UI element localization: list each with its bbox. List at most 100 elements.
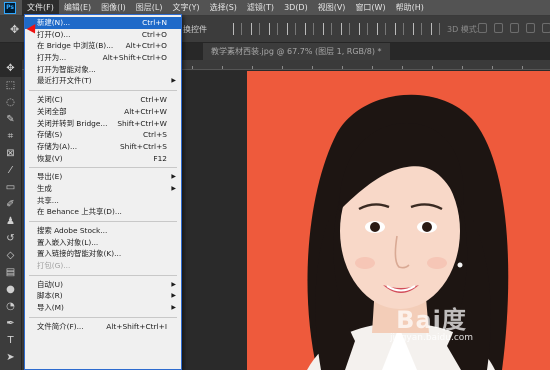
align-hcenter-icon[interactable] bbox=[305, 23, 314, 35]
history-brush-icon[interactable]: ↺ bbox=[0, 230, 21, 247]
distribute-hcenter-icon[interactable] bbox=[413, 23, 422, 35]
menu-package: 打包(G)... bbox=[25, 260, 181, 272]
healing-icon[interactable]: ▭ bbox=[0, 179, 21, 196]
align-top-icon[interactable] bbox=[233, 23, 242, 35]
3d-scale-icon[interactable] bbox=[542, 23, 550, 33]
menu-separator bbox=[25, 272, 181, 279]
align-left-icon[interactable] bbox=[287, 23, 296, 35]
3d-mode-label: 3D 模式: bbox=[447, 25, 480, 34]
type-icon[interactable]: T bbox=[0, 332, 21, 349]
pen-icon[interactable]: ✒ bbox=[0, 315, 21, 332]
3d-mode-buttons bbox=[478, 23, 550, 33]
baidu-watermark: Bai度 jingyan.baidu.com bbox=[390, 300, 473, 343]
photoshop-logo-icon: Ps bbox=[4, 1, 16, 14]
eyedropper-icon[interactable]: ⁄ bbox=[0, 162, 21, 179]
menu-filter[interactable]: 滤镜(T) bbox=[242, 0, 279, 16]
menu-file-info-shortcut: Alt+Shift+Ctrl+I bbox=[106, 321, 167, 331]
menu-new[interactable]: 新建(N)... Ctrl+N bbox=[25, 17, 181, 29]
frame-icon[interactable]: ⊠ bbox=[0, 145, 21, 162]
menu-browse-bridge-label: 在 Bridge 中浏览(B)... bbox=[37, 41, 114, 51]
menu-browse-bridge[interactable]: 在 Bridge 中浏览(B)... Alt+Ctrl+O bbox=[25, 40, 181, 52]
3d-roll-icon[interactable] bbox=[494, 23, 503, 33]
menu-recent-files[interactable]: 最近打开文件(T) ▶ bbox=[25, 75, 181, 87]
move-tool-icon[interactable]: ✥ bbox=[10, 23, 19, 36]
menu-import[interactable]: 导入(M) ▶ bbox=[25, 302, 181, 314]
menu-save-as[interactable]: 存储为(A)... Shift+Ctrl+S bbox=[25, 141, 181, 153]
menu-automate[interactable]: 自动(U) ▶ bbox=[25, 279, 181, 291]
menu-view[interactable]: 视图(V) bbox=[313, 0, 351, 16]
submenu-arrow-icon: ▶ bbox=[171, 292, 176, 300]
menu-close[interactable]: 关闭(C) Ctrl+W bbox=[25, 94, 181, 106]
menu-close-go-bridge[interactable]: 关闭并转到 Bridge... Shift+Ctrl+W bbox=[25, 118, 181, 130]
align-buttons bbox=[233, 23, 440, 35]
menu-browse-bridge-shortcut: Alt+Ctrl+O bbox=[125, 41, 167, 51]
3d-slide-icon[interactable] bbox=[526, 23, 535, 33]
menu-3d[interactable]: 3D(D) bbox=[279, 0, 313, 16]
menu-place-embedded-label: 置入嵌入对象(L)... bbox=[37, 237, 99, 247]
distribute-bottom-icon[interactable] bbox=[377, 23, 386, 35]
menu-export[interactable]: 导出(E) ▶ bbox=[25, 171, 181, 183]
menu-import-label: 导入(M) bbox=[37, 303, 64, 313]
menu-save[interactable]: 存储(S) Ctrl+S bbox=[25, 129, 181, 141]
menu-open[interactable]: 打开(O)... Ctrl+O bbox=[25, 29, 181, 41]
menu-export-label: 导出(E) bbox=[37, 172, 63, 182]
menu-save-label: 存储(S) bbox=[37, 130, 63, 140]
menu-window[interactable]: 窗口(W) bbox=[350, 0, 390, 16]
path-select-icon[interactable]: ➤ bbox=[0, 349, 21, 366]
eraser-icon[interactable]: ◇ bbox=[0, 247, 21, 264]
menu-open-label: 打开(O)... bbox=[37, 29, 71, 39]
menu-new-shortcut: Ctrl+N bbox=[142, 18, 167, 27]
menu-place-linked-label: 置入链接的智能对象(K)... bbox=[37, 249, 122, 259]
menu-share-label: 共享... bbox=[37, 195, 59, 205]
menu-package-label: 打包(G)... bbox=[37, 261, 71, 271]
menu-search-stock[interactable]: 搜索 Adobe Stock... bbox=[25, 225, 181, 237]
brush-icon[interactable]: ✐ bbox=[0, 196, 21, 213]
menu-place-embedded[interactable]: 置入嵌入对象(L)... bbox=[25, 237, 181, 249]
menu-share-behance[interactable]: 在 Behance 上共享(D)... bbox=[25, 206, 181, 218]
menu-open-smart-object-label: 打开为智能对象... bbox=[37, 64, 96, 74]
blur-icon[interactable]: ● bbox=[0, 281, 21, 298]
menu-select[interactable]: 选择(S) bbox=[205, 0, 242, 16]
crop-icon[interactable]: ⌗ bbox=[0, 128, 21, 145]
menu-revert[interactable]: 恢复(V) F12 bbox=[25, 153, 181, 165]
menu-scripts[interactable]: 脚本(R) ▶ bbox=[25, 290, 181, 302]
quick-select-icon[interactable]: ✎ bbox=[0, 111, 21, 128]
menu-place-linked[interactable]: 置入链接的智能对象(K)... bbox=[25, 248, 181, 260]
menu-scripts-label: 脚本(R) bbox=[37, 291, 63, 301]
distribute-vcenter-icon[interactable] bbox=[359, 23, 368, 35]
move-icon[interactable]: ✥ bbox=[0, 60, 21, 77]
lasso-icon[interactable]: ◌ bbox=[0, 94, 21, 111]
menu-save-as-label: 存储为(A)... bbox=[37, 141, 78, 151]
menu-separator bbox=[25, 164, 181, 171]
menu-file-info[interactable]: 文件简介(F)... Alt+Shift+Ctrl+I bbox=[25, 321, 181, 333]
menu-open-shortcut: Ctrl+O bbox=[141, 29, 167, 39]
menu-close-all-label: 关闭全部 bbox=[37, 106, 67, 116]
align-right-icon[interactable] bbox=[323, 23, 332, 35]
align-bottom-icon[interactable] bbox=[269, 23, 278, 35]
3d-drag-icon[interactable] bbox=[510, 23, 519, 33]
menu-generate[interactable]: 生成 ▶ bbox=[25, 183, 181, 195]
distribute-top-icon[interactable] bbox=[341, 23, 350, 35]
menu-share[interactable]: 共享... bbox=[25, 195, 181, 207]
menu-automate-label: 自动(U) bbox=[37, 279, 63, 289]
marquee-icon[interactable]: ⬚ bbox=[0, 77, 21, 94]
menu-help[interactable]: 帮助(H) bbox=[391, 0, 429, 16]
menu-close-all[interactable]: 关闭全部 Alt+Ctrl+W bbox=[25, 106, 181, 118]
menu-close-label: 关闭(C) bbox=[37, 95, 63, 105]
align-vcenter-icon[interactable] bbox=[251, 23, 260, 35]
distribute-left-icon[interactable] bbox=[395, 23, 404, 35]
menu-separator bbox=[25, 218, 181, 225]
menu-revert-label: 恢复(V) bbox=[37, 153, 63, 163]
dodge-icon[interactable]: ◔ bbox=[0, 298, 21, 315]
stamp-icon[interactable]: ♟ bbox=[0, 213, 21, 230]
tools-panel: ✥ ⬚ ◌ ✎ ⌗ ⊠ ⁄ ▭ ✐ ♟ ↺ ◇ ▤ ● ◔ ✒ T ➤ bbox=[0, 60, 22, 370]
menu-open-smart-object[interactable]: 打开为智能对象... bbox=[25, 64, 181, 76]
baidu-logo: Bai度 bbox=[396, 306, 467, 334]
gradient-icon[interactable]: ▤ bbox=[0, 264, 21, 281]
document-tab[interactable]: 教学素材西装.jpg @ 67.7% (图层 1, RGB/8) * bbox=[203, 43, 390, 60]
distribute-right-icon[interactable] bbox=[431, 23, 440, 35]
3d-rotate-icon[interactable] bbox=[478, 23, 487, 33]
submenu-arrow-icon: ▶ bbox=[171, 173, 176, 181]
menu-open-as[interactable]: 打开为... Alt+Shift+Ctrl+O bbox=[25, 52, 181, 64]
transform-controls-label[interactable]: 换控件 bbox=[183, 24, 207, 35]
